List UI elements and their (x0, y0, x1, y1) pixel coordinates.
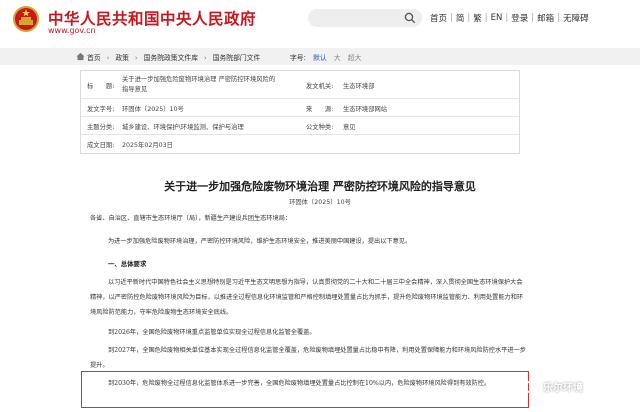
site-header: 中华人民共和国中央人民政府 www.gov.cn 首页 | 简 | 繁 | EN… (0, 0, 640, 42)
font-size-xlarge[interactable]: 超大 (348, 54, 362, 62)
wechat-logo-icon (525, 379, 539, 394)
intro-paragraph: 为进一步加强危险废物环境治理，严密防控环境风险，维护生态环境安全，推进美丽中国建… (108, 238, 412, 245)
link-simplified[interactable]: 简 (456, 12, 465, 24)
document-number: 环固体〔2025〕10号 (289, 199, 351, 206)
chevron-right-icon: › (106, 54, 110, 62)
top-links: 首页 | 简 | 繁 | EN | 登录 | 邮箱 | 无障碍 (430, 12, 589, 24)
meta-value-type: 意见 (343, 124, 356, 131)
meta-key-type: 公文种类: (306, 124, 334, 131)
meta-row-docno: 发文字号: 环固体〔2025〕10号 来 源: 生态环境部网站 (81, 99, 519, 117)
meta-key-theme: 主题分类: (87, 124, 115, 131)
meta-value-title: 关于进一步加强危险废物环境治理 严密防控环境风险的指导意见 (122, 76, 276, 93)
meta-row-theme: 主题分类: 城乡建设、环境保护\环境监测、保护与治理 公文种类: 意见 (81, 117, 519, 135)
paragraph-guiding: 以习近平新时代中国特色社会主义思想特别是习近平生态文明思想为指导，认真贯彻党的二… (90, 279, 524, 316)
breadcrumb-policy[interactable]: 政策 (115, 54, 129, 62)
meta-key-issuer: 发文机关: (306, 83, 334, 90)
meta-row-date: 成文日期: 2025年02月03日 (81, 135, 519, 153)
meta-value-issuer: 生态环境部 (343, 83, 375, 90)
meta-value-theme: 城乡建设、环境保护\环境监测、保护与治理 (122, 124, 244, 131)
link-traditional[interactable]: 繁 (473, 12, 482, 24)
link-mail[interactable]: 邮箱 (537, 12, 554, 24)
meta-key-title: 标 题: (87, 83, 115, 90)
section-heading: 一、总体要求 (108, 260, 147, 268)
paragraph-2027: 到2027年，全国危险废物相关单位基本实现全过程信息化监管全覆盖，危险废物填埋处… (90, 347, 526, 369)
divider: | (505, 13, 509, 23)
divider: | (531, 13, 535, 23)
link-login[interactable]: 登录 (511, 12, 528, 24)
site-url: www.gov.cn (48, 26, 96, 35)
divider: | (484, 13, 488, 23)
meta-value-docno: 环固体〔2025〕10号 (122, 106, 184, 113)
breadcrumb-bar: 首页 › 政策 › 国务院政策文件库 › 国务院部门文件 字号: 默认 大 超大 (0, 48, 640, 65)
font-size-default[interactable]: 默认 (313, 54, 327, 62)
divider: | (467, 13, 471, 23)
breadcrumb: 首页 › 政策 › 国务院政策文件库 › 国务院部门文件 (87, 52, 260, 62)
document-meta-table: 标 题: 关于进一步加强危险废物环境治理 严密防控环境风险的指导意见 发文机关:… (80, 70, 520, 154)
meta-value-date: 2025年02月03日 (122, 142, 173, 149)
salutation: 各省、自治区、直辖市生态环境厅（局），新疆生产建设兵团生态环境局： (90, 215, 292, 222)
search-input[interactable] (308, 9, 422, 27)
chevron-right-icon: › (204, 54, 207, 62)
meta-key-date: 成文日期: (87, 142, 115, 149)
national-emblem-icon (13, 6, 39, 32)
link-accessibility[interactable]: 无障碍 (563, 12, 589, 24)
breadcrumb-department-docs[interactable]: 国务院部门文件 (213, 54, 261, 62)
paragraph-2026: 到2026年，全国危险废物环境重点监管单位实现全过程信息化监管全覆盖。 (108, 329, 316, 336)
divider: | (557, 13, 561, 23)
document-title: 关于进一步加强危险废物环境治理 严密防控环境风险的指导意见 (164, 180, 476, 193)
font-size-label: 字号: (290, 54, 306, 62)
link-home[interactable]: 首页 (430, 12, 447, 24)
meta-value-source: 生态环境部网站 (343, 106, 388, 113)
chevron-right-icon: › (134, 54, 138, 62)
meta-key-source: 来 源: (306, 106, 334, 113)
link-english[interactable]: EN (491, 13, 503, 23)
search-icon[interactable] (404, 12, 416, 24)
watermark: 乐尔环境 (525, 379, 583, 394)
highlight-box (81, 371, 529, 408)
watermark-text: 乐尔环境 (543, 383, 583, 394)
font-size-large[interactable]: 大 (334, 54, 341, 62)
font-size-switcher: 字号: 默认 大 超大 (290, 52, 361, 62)
breadcrumb-policy-library[interactable]: 国务院政策文件库 (144, 54, 198, 62)
meta-key-docno: 发文字号: (87, 106, 115, 113)
home-icon (76, 52, 85, 61)
divider: | (450, 13, 453, 23)
meta-row-title: 标 题: 关于进一步加强危险废物环境治理 严密防控环境风险的指导意见 发文机关:… (81, 71, 519, 99)
breadcrumb-home[interactable]: 首页 (87, 54, 101, 62)
